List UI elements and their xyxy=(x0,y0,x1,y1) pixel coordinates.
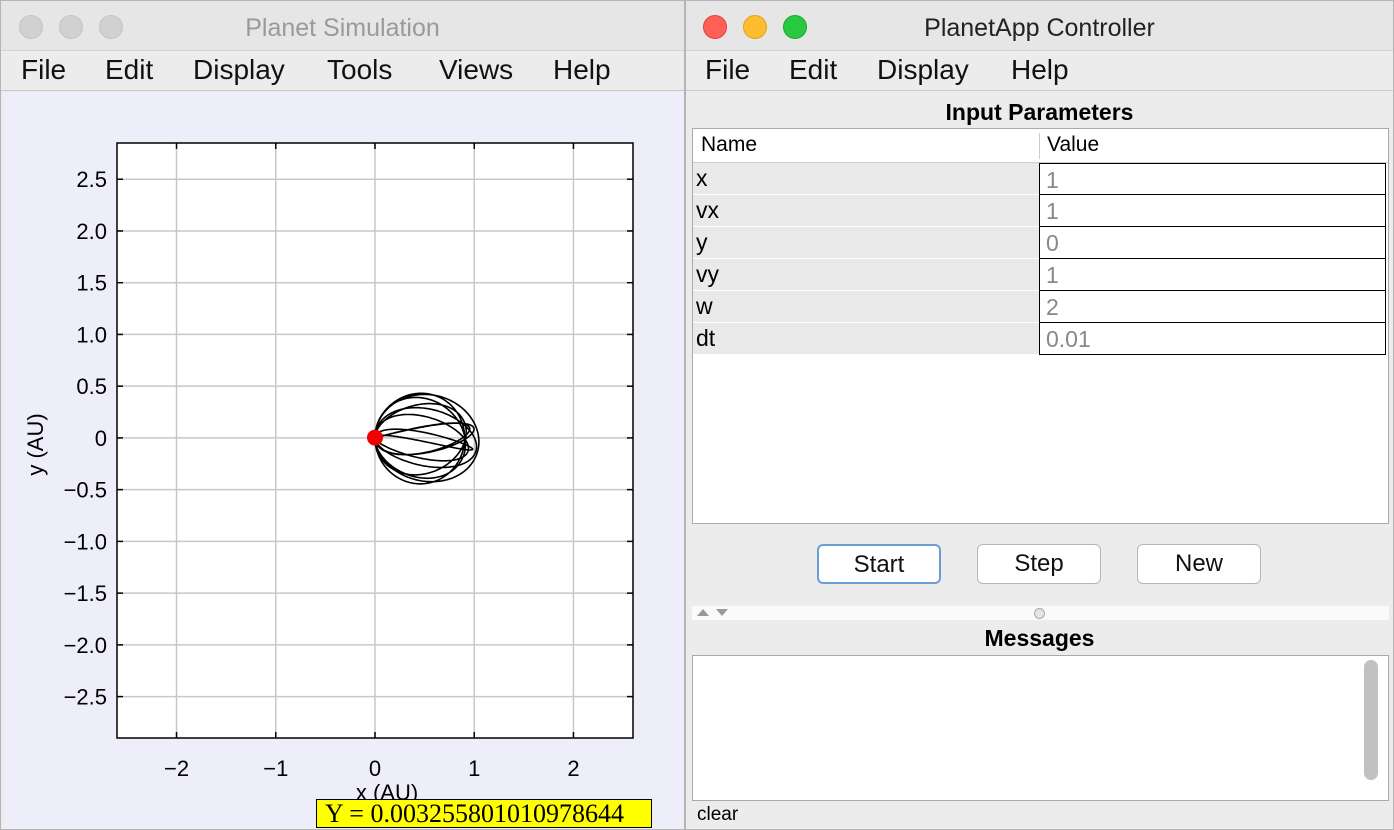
parameters-table: Name Value x 1 vx 1 y 0 vy 1 w 2 dt 0.01 xyxy=(692,128,1389,524)
split-pane-divider[interactable] xyxy=(692,606,1389,620)
column-divider xyxy=(1039,133,1040,159)
window-title: Planet Simulation xyxy=(245,14,440,42)
column-header-value[interactable]: Value xyxy=(1047,133,1099,157)
y-tick-label: −0.5 xyxy=(64,478,107,503)
x-tick-label: 1 xyxy=(468,756,480,781)
y-tick-label: −1.5 xyxy=(64,581,107,606)
menu-help[interactable]: Help xyxy=(1011,54,1069,86)
param-name-cell: x xyxy=(693,163,1039,195)
param-value-cell[interactable]: 0.01 xyxy=(1039,323,1386,355)
param-name-cell: y xyxy=(693,227,1039,259)
sim-menubar: File Edit Display Tools Views Help xyxy=(1,51,684,91)
collapse-arrows-icon[interactable] xyxy=(694,606,734,620)
table-row: w 2 xyxy=(693,291,1388,323)
planet-simulation-window: Planet Simulation File Edit Display Tool… xyxy=(0,0,685,830)
param-value-cell[interactable]: 0 xyxy=(1039,227,1386,259)
x-tick-label: −2 xyxy=(164,756,189,781)
trajectory-chart[interactable]: −2 −1 0 1 2 2.5 2.0 1.5 1.0 0.5 0 −0.5 −1.0 −1.5 −2.0 −… xyxy=(3,92,684,829)
menu-views[interactable]: Views xyxy=(439,54,513,86)
param-value-cell[interactable]: 1 xyxy=(1039,259,1386,291)
y-tick-label: 1.5 xyxy=(76,271,107,296)
coordinate-readout: Y = 0.003255801010978644 xyxy=(316,799,652,828)
planetapp-controller-window: PlanetApp Controller File Edit Display H… xyxy=(685,0,1394,830)
param-value-cell[interactable]: 2 xyxy=(1039,291,1386,323)
column-header-name[interactable]: Name xyxy=(701,133,757,157)
menu-display[interactable]: Display xyxy=(877,54,969,86)
messages-title: Messages xyxy=(984,625,1095,651)
step-button[interactable]: Step xyxy=(977,544,1101,584)
window-title: PlanetApp Controller xyxy=(924,14,1155,42)
ctrl-titlebar[interactable]: PlanetApp Controller xyxy=(686,1,1393,51)
y-axis-label: y (AU) xyxy=(23,413,48,475)
messages-scrollbar[interactable] xyxy=(1364,660,1378,780)
y-tick-label: −1.0 xyxy=(64,529,107,554)
menu-help[interactable]: Help xyxy=(553,54,611,86)
y-tick-label: 2.0 xyxy=(76,219,107,244)
ctrl-menubar: File Edit Display Help xyxy=(686,51,1393,91)
x-tick-label: −1 xyxy=(263,756,288,781)
param-name-cell: vx xyxy=(693,195,1039,227)
messages-area[interactable] xyxy=(692,655,1389,801)
menu-tools[interactable]: Tools xyxy=(327,54,392,86)
start-button[interactable]: Start xyxy=(817,544,941,584)
input-parameters-title: Input Parameters xyxy=(945,99,1134,125)
y-tick-label: −2.5 xyxy=(64,685,107,710)
divider-grip-icon[interactable] xyxy=(1034,608,1045,619)
table-row: y 0 xyxy=(693,227,1388,259)
y-tick-label: 0.5 xyxy=(76,374,107,399)
param-name-cell: vy xyxy=(693,259,1039,291)
param-value-cell[interactable]: 1 xyxy=(1039,163,1386,195)
param-name-cell: dt xyxy=(693,323,1039,355)
sim-titlebar[interactable]: Planet Simulation xyxy=(1,1,684,51)
menu-edit[interactable]: Edit xyxy=(105,54,153,86)
param-value-cell[interactable]: 1 xyxy=(1039,195,1386,227)
x-tick-label: 2 xyxy=(567,756,579,781)
table-row: x 1 xyxy=(693,163,1388,195)
x-tick-label: 0 xyxy=(369,756,381,781)
param-name-cell: w xyxy=(693,291,1039,323)
clear-messages-link[interactable]: clear xyxy=(697,804,738,826)
menu-edit[interactable]: Edit xyxy=(789,54,837,86)
menu-display[interactable]: Display xyxy=(193,54,285,86)
plot-area[interactable]: −2 −1 0 1 2 2.5 2.0 1.5 1.0 0.5 0 −0.5 −1.0 −1.5 −2.0 −… xyxy=(3,92,684,829)
menu-file[interactable]: File xyxy=(705,54,750,86)
menu-file[interactable]: File xyxy=(21,54,66,86)
y-tick-label: −2.0 xyxy=(64,633,107,658)
table-row: dt 0.01 xyxy=(693,323,1388,355)
table-header: Name Value xyxy=(693,129,1388,163)
planet-marker xyxy=(367,429,383,446)
y-tick-label: 2.5 xyxy=(76,167,107,192)
y-tick-label: 0 xyxy=(95,426,107,451)
y-tick-label: 1.0 xyxy=(76,322,107,347)
table-row: vy 1 xyxy=(693,259,1388,291)
new-button[interactable]: New xyxy=(1137,544,1261,584)
table-row: vx 1 xyxy=(693,195,1388,227)
